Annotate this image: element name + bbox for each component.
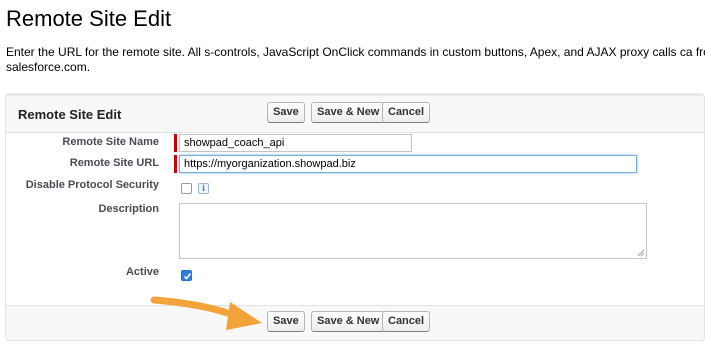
disable-protocol-security-label: Disable Protocol Security [25, 179, 159, 191]
active-label: Active [125, 266, 159, 278]
description-textarea[interactable] [179, 203, 647, 259]
info-icon[interactable]: i [198, 183, 209, 194]
cancel-button-bottom[interactable]: Cancel [382, 311, 431, 332]
resize-grip-icon[interactable] [637, 249, 645, 257]
form-body: Remote Site Name showpad_coach_api Remot… [6, 133, 704, 305]
remote-site-url-input[interactable]: https://myorganization.showpad.biz [179, 155, 637, 173]
required-indicator [174, 134, 177, 152]
remote-site-edit-panel: Remote Site Edit Save Save & New Cancel … [5, 93, 705, 341]
remote-site-url-label: Remote Site URL [69, 157, 159, 169]
remote-site-name-input[interactable]: showpad_coach_api [179, 134, 412, 152]
panel-header: Remote Site Edit Save Save & New Cancel [6, 96, 704, 133]
save-and-new-button-bottom[interactable]: Save & New [311, 311, 386, 332]
arrow-right-icon [150, 296, 262, 330]
save-button-top[interactable]: Save [267, 102, 305, 123]
save-and-new-button-top[interactable]: Save & New [311, 102, 386, 123]
page-title: Remote Site Edit [6, 6, 172, 31]
required-indicator [174, 155, 177, 173]
active-checkbox[interactable] [181, 270, 192, 281]
checkmark-icon [183, 273, 192, 280]
description-label: Description [98, 203, 159, 215]
remote-site-name-label: Remote Site Name [62, 136, 159, 148]
disable-protocol-security-checkbox[interactable] [181, 183, 192, 194]
save-button-bottom[interactable]: Save [267, 311, 305, 332]
page-description: Enter the URL for the remote site. All s… [6, 45, 705, 74]
cancel-button-top[interactable]: Cancel [382, 102, 431, 123]
panel-footer: Save Save & New Cancel [6, 305, 704, 342]
panel-title: Remote Site Edit [18, 107, 122, 122]
